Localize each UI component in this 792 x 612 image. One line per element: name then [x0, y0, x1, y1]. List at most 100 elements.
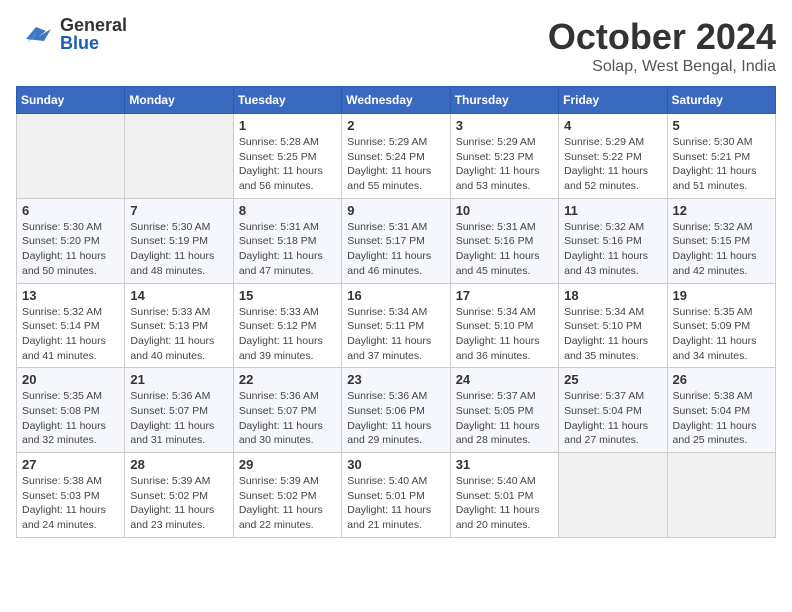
day-info: Sunrise: 5:39 AMSunset: 5:02 PMDaylight:… — [130, 474, 227, 533]
day-info: Sunrise: 5:40 AMSunset: 5:01 PMDaylight:… — [456, 474, 553, 533]
day-info: Sunrise: 5:39 AMSunset: 5:02 PMDaylight:… — [239, 474, 336, 533]
calendar-header-row: SundayMondayTuesdayWednesdayThursdayFrid… — [17, 87, 776, 114]
calendar-cell: 6 Sunrise: 5:30 AMSunset: 5:20 PMDaylight… — [17, 198, 125, 283]
day-number: 12 — [673, 203, 770, 218]
day-number: 9 — [347, 203, 444, 218]
calendar-cell: 21 Sunrise: 5:36 AMSunset: 5:07 PMDayligh… — [125, 368, 233, 453]
day-info: Sunrise: 5:31 AMSunset: 5:18 PMDaylight:… — [239, 220, 336, 279]
day-number: 3 — [456, 118, 553, 133]
day-info: Sunrise: 5:33 AMSunset: 5:13 PMDaylight:… — [130, 305, 227, 364]
day-number: 27 — [22, 457, 119, 472]
calendar-cell: 14 Sunrise: 5:33 AMSunset: 5:13 PMDayligh… — [125, 283, 233, 368]
calendar-week-5: 27 Sunrise: 5:38 AMSunset: 5:03 PMDayligh… — [17, 453, 776, 538]
calendar-cell: 2Sunrise: 5:29 AMSunset: 5:24 PMDaylight… — [342, 114, 450, 199]
day-info: Sunrise: 5:37 AMSunset: 5:04 PMDaylight:… — [564, 389, 661, 448]
logo-general: General — [60, 16, 127, 34]
day-number: 20 — [22, 372, 119, 387]
logo-blue: Blue — [60, 34, 127, 52]
location: Solap, West Bengal, India — [548, 58, 776, 76]
day-info: Sunrise: 5:30 AMSunset: 5:20 PMDaylight:… — [22, 220, 119, 279]
calendar-cell — [17, 114, 125, 199]
calendar-cell: 26 Sunrise: 5:38 AMSunset: 5:04 PMDayligh… — [667, 368, 775, 453]
day-number: 30 — [347, 457, 444, 472]
day-info: Sunrise: 5:32 AMSunset: 5:16 PMDaylight:… — [564, 220, 661, 279]
day-info: Sunrise: 5:29 AMSunset: 5:22 PMDaylight:… — [564, 135, 661, 194]
calendar-cell: 24 Sunrise: 5:37 AMSunset: 5:05 PMDayligh… — [450, 368, 558, 453]
day-number: 4 — [564, 118, 661, 133]
day-number: 10 — [456, 203, 553, 218]
day-info: Sunrise: 5:35 AMSunset: 5:09 PMDaylight:… — [673, 305, 770, 364]
calendar-cell: 5 Sunrise: 5:30 AMSunset: 5:21 PMDaylight… — [667, 114, 775, 199]
logo: General Blue — [16, 16, 127, 52]
day-info: Sunrise: 5:38 AMSunset: 5:04 PMDaylight:… — [673, 389, 770, 448]
calendar-cell: 16Sunrise: 5:34 AMSunset: 5:11 PMDayligh… — [342, 283, 450, 368]
day-info: Sunrise: 5:36 AMSunset: 5:07 PMDaylight:… — [239, 389, 336, 448]
calendar-cell: 11Sunrise: 5:32 AMSunset: 5:16 PMDayligh… — [559, 198, 667, 283]
calendar-cell: 8Sunrise: 5:31 AMSunset: 5:18 PMDaylight… — [233, 198, 341, 283]
day-info: Sunrise: 5:30 AMSunset: 5:21 PMDaylight:… — [673, 135, 770, 194]
day-info: Sunrise: 5:35 AMSunset: 5:08 PMDaylight:… — [22, 389, 119, 448]
column-header-monday: Monday — [125, 87, 233, 114]
column-header-thursday: Thursday — [450, 87, 558, 114]
calendar-cell: 9Sunrise: 5:31 AMSunset: 5:17 PMDaylight… — [342, 198, 450, 283]
day-number: 31 — [456, 457, 553, 472]
day-number: 6 — [22, 203, 119, 218]
day-number: 14 — [130, 288, 227, 303]
day-number: 1 — [239, 118, 336, 133]
calendar-cell: 23Sunrise: 5:36 AMSunset: 5:06 PMDayligh… — [342, 368, 450, 453]
day-number: 26 — [673, 372, 770, 387]
calendar-cell — [125, 114, 233, 199]
calendar-cell — [559, 453, 667, 538]
day-number: 5 — [673, 118, 770, 133]
day-number: 24 — [456, 372, 553, 387]
calendar-cell: 15 Sunrise: 5:33 AMSunset: 5:12 PMDayligh… — [233, 283, 341, 368]
day-number: 2 — [347, 118, 444, 133]
calendar-cell: 29 Sunrise: 5:39 AMSunset: 5:02 PMDayligh… — [233, 453, 341, 538]
day-number: 7 — [130, 203, 227, 218]
day-info: Sunrise: 5:40 AMSunset: 5:01 PMDaylight:… — [347, 474, 444, 533]
day-info: Sunrise: 5:38 AMSunset: 5:03 PMDaylight:… — [22, 474, 119, 533]
logo-text: General Blue — [60, 16, 127, 52]
calendar-cell: 3 Sunrise: 5:29 AMSunset: 5:23 PMDaylight… — [450, 114, 558, 199]
day-number: 18 — [564, 288, 661, 303]
day-info: Sunrise: 5:34 AMSunset: 5:11 PMDaylight:… — [347, 305, 444, 364]
calendar-table: SundayMondayTuesdayWednesdayThursdayFrid… — [16, 86, 776, 538]
day-number: 22 — [239, 372, 336, 387]
calendar-cell: 28Sunrise: 5:39 AMSunset: 5:02 PMDayligh… — [125, 453, 233, 538]
day-info: Sunrise: 5:34 AMSunset: 5:10 PMDaylight:… — [564, 305, 661, 364]
month-title: October 2024 — [548, 16, 776, 58]
day-info: Sunrise: 5:31 AMSunset: 5:16 PMDaylight:… — [456, 220, 553, 279]
day-info: Sunrise: 5:29 AMSunset: 5:23 PMDaylight:… — [456, 135, 553, 194]
calendar-week-1: 1 Sunrise: 5:28 AMSunset: 5:25 PMDaylight… — [17, 114, 776, 199]
day-number: 15 — [239, 288, 336, 303]
day-number: 25 — [564, 372, 661, 387]
day-info: Sunrise: 5:30 AMSunset: 5:19 PMDaylight:… — [130, 220, 227, 279]
column-header-friday: Friday — [559, 87, 667, 114]
day-number: 19 — [673, 288, 770, 303]
day-info: Sunrise: 5:32 AMSunset: 5:14 PMDaylight:… — [22, 305, 119, 364]
calendar-cell: 25 Sunrise: 5:37 AMSunset: 5:04 PMDayligh… — [559, 368, 667, 453]
calendar-cell: 10 Sunrise: 5:31 AMSunset: 5:16 PMDayligh… — [450, 198, 558, 283]
title-block: October 2024 Solap, West Bengal, India — [548, 16, 776, 76]
day-info: Sunrise: 5:36 AMSunset: 5:07 PMDaylight:… — [130, 389, 227, 448]
calendar-cell: 1 Sunrise: 5:28 AMSunset: 5:25 PMDaylight… — [233, 114, 341, 199]
calendar-cell: 22 Sunrise: 5:36 AMSunset: 5:07 PMDayligh… — [233, 368, 341, 453]
calendar-cell: 12 Sunrise: 5:32 AMSunset: 5:15 PMDayligh… — [667, 198, 775, 283]
calendar-cell: 27 Sunrise: 5:38 AMSunset: 5:03 PMDayligh… — [17, 453, 125, 538]
column-header-sunday: Sunday — [17, 87, 125, 114]
day-info: Sunrise: 5:33 AMSunset: 5:12 PMDaylight:… — [239, 305, 336, 364]
logo-icon — [16, 19, 56, 49]
day-info: Sunrise: 5:32 AMSunset: 5:15 PMDaylight:… — [673, 220, 770, 279]
day-info: Sunrise: 5:28 AMSunset: 5:25 PMDaylight:… — [239, 135, 336, 194]
calendar-cell: 20 Sunrise: 5:35 AMSunset: 5:08 PMDayligh… — [17, 368, 125, 453]
calendar-week-3: 13Sunrise: 5:32 AMSunset: 5:14 PMDayligh… — [17, 283, 776, 368]
day-info: Sunrise: 5:36 AMSunset: 5:06 PMDaylight:… — [347, 389, 444, 448]
calendar-week-2: 6 Sunrise: 5:30 AMSunset: 5:20 PMDaylight… — [17, 198, 776, 283]
day-number: 21 — [130, 372, 227, 387]
day-number: 29 — [239, 457, 336, 472]
calendar-cell: 4 Sunrise: 5:29 AMSunset: 5:22 PMDaylight… — [559, 114, 667, 199]
page-header: General Blue October 2024 Solap, West Be… — [16, 16, 776, 76]
day-info: Sunrise: 5:37 AMSunset: 5:05 PMDaylight:… — [456, 389, 553, 448]
day-number: 17 — [456, 288, 553, 303]
calendar-cell: 7 Sunrise: 5:30 AMSunset: 5:19 PMDaylight… — [125, 198, 233, 283]
